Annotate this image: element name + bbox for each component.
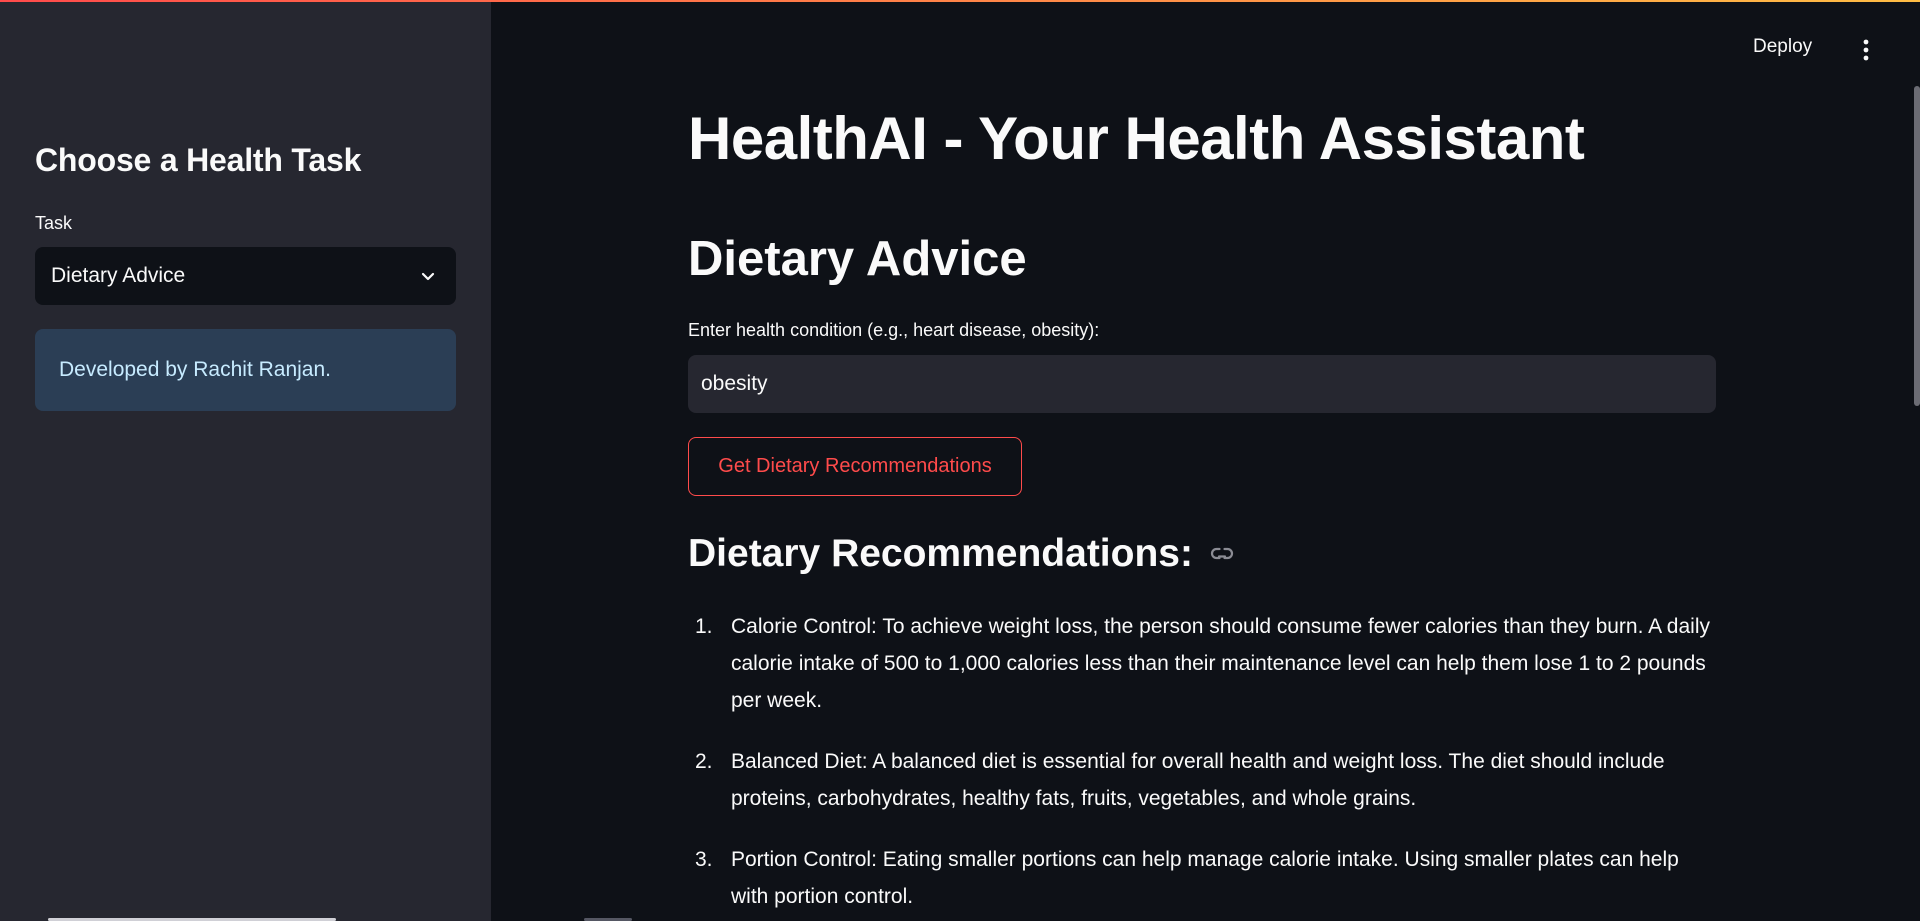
list-item-text: Portion Control: Eating smaller portions… <box>731 848 1679 908</box>
task-select[interactable]: Dietary Advice <box>35 247 456 305</box>
page-scrollbar[interactable] <box>1914 86 1920 406</box>
info-alert-text: Developed by Rachit Ranjan. <box>59 358 331 381</box>
chevron-down-icon <box>421 272 435 281</box>
list-item: 1. Calorie Control: To achieve weight lo… <box>688 608 1718 719</box>
list-item: 2. Balanced Diet: A balanced diet is ess… <box>688 743 1718 817</box>
list-item: 3. Portion Control: Eating smaller porti… <box>688 841 1718 915</box>
list-item-number: 3. <box>695 848 713 871</box>
list-item-text: Balanced Diet: A balanced diet is essent… <box>731 750 1665 810</box>
link-icon[interactable] <box>1207 539 1237 569</box>
health-condition-input[interactable] <box>688 355 1716 413</box>
task-label: Task <box>35 213 73 233</box>
top-decoration-bar <box>0 0 1920 2</box>
list-item-number: 2. <box>695 750 713 773</box>
task-select-value: Dietary Advice <box>51 264 186 287</box>
get-recommendations-button[interactable]: Get Dietary Recommendations <box>688 437 1022 496</box>
health-condition-label: Enter health condition (e.g., heart dise… <box>688 320 1100 340</box>
results-heading: Dietary Recommendations: <box>688 532 1237 576</box>
list-item-text: Calorie Control: To achieve weight loss,… <box>731 615 1710 712</box>
section-title: Dietary Advice <box>688 232 1027 286</box>
sidebar: Choose a Health Task Task Dietary Advice… <box>0 0 491 921</box>
sidebar-title: Choose a Health Task <box>35 142 362 178</box>
more-vertical-icon[interactable] <box>1856 38 1876 62</box>
recommendations-list: 1. Calorie Control: To achieve weight lo… <box>688 608 1718 921</box>
results-heading-text: Dietary Recommendations: <box>688 532 1193 575</box>
list-item-number: 1. <box>695 615 713 638</box>
page-title: HealthAI - Your Health Assistant <box>688 105 1585 172</box>
info-alert: Developed by Rachit Ranjan. <box>35 329 456 411</box>
deploy-button[interactable]: Deploy <box>1753 36 1812 58</box>
